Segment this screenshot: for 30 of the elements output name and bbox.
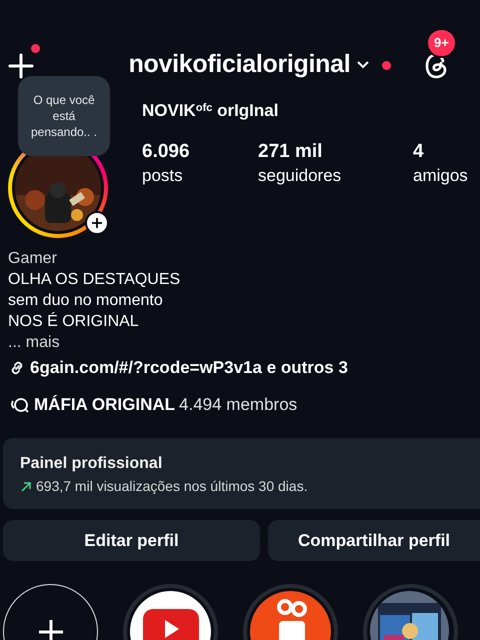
display-name: NOVIK$^{ofc}$ orIgInal [142, 100, 280, 122]
stat-label[interactable]: seguidores [258, 164, 413, 188]
plus-icon [38, 618, 64, 640]
trend-up-icon [20, 480, 32, 492]
stat-value[interactable]: 4 [413, 140, 480, 164]
edit-profile-button[interactable]: Editar perfil [3, 520, 260, 561]
note-tooltip[interactable]: O que você está pensando.. . [18, 76, 110, 156]
chevron-down-icon[interactable] [356, 60, 370, 70]
stat-label[interactable]: posts [142, 164, 258, 188]
stat-label[interactable]: amigos [413, 164, 480, 188]
play-button-icon [142, 609, 198, 640]
more-link[interactable]: ... mais [8, 332, 472, 353]
note-text: O que você está pensando.. . [30, 92, 98, 140]
plus-icon [91, 217, 103, 229]
notification-badge: 9+ [426, 28, 457, 58]
share-profile-button[interactable]: Compartilhar perfil [268, 520, 480, 561]
community-members: 4.494 membros [179, 394, 298, 415]
bio-line: NOS É ORIGINAL [8, 311, 140, 332]
community-name[interactable]: MÁFIA ORIGINAL [34, 394, 176, 415]
category-label: Gamer [8, 249, 58, 269]
bio-line: sem duo no momento [8, 291, 164, 311]
stat-value[interactable]: 6.096 [142, 140, 258, 164]
username[interactable]: novikoficialoriginal [128, 46, 350, 84]
dashboard-card[interactable]: Painel profissional 693,7 mil visualizações nos últimos 30 dias. [3, 438, 480, 509]
plus-icon[interactable] [8, 53, 34, 79]
stat-value[interactable]: 271 mil [258, 140, 413, 164]
bio-line: OLHA OS DESTAQUES [8, 270, 182, 290]
dashboard-title: Painel profissional [20, 454, 164, 474]
dashboard-stat: 693,7 mil visualizações nos últimos 30 dias. [36, 477, 308, 496]
profile-link[interactable]: 6gain.com/#/?rcode=wP3v1a e outros 3 [30, 357, 348, 378]
